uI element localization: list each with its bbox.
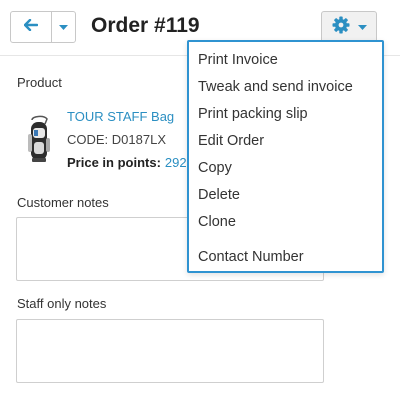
menu-item-tweak-send-invoice[interactable]: Tweak and send invoice: [198, 79, 353, 95]
product-name-link[interactable]: TOUR STAFF Bag: [67, 109, 174, 124]
product-section-label: Product: [17, 75, 62, 90]
back-button[interactable]: [11, 12, 52, 42]
points-label: Price in points:: [67, 155, 161, 170]
actions-menu-button[interactable]: [321, 11, 377, 43]
back-button-group: [10, 11, 76, 43]
page-title: Order #119: [91, 14, 200, 37]
product-image: [22, 114, 56, 164]
menu-item-edit-order[interactable]: Edit Order: [198, 133, 264, 149]
menu-item-print-packing-slip[interactable]: Print packing slip: [198, 106, 308, 122]
points-value: 292: [164, 155, 187, 170]
chevron-down-icon: [357, 18, 367, 36]
product-code: CODE: D0187LX: [67, 132, 166, 147]
arrow-left-icon: [23, 18, 39, 36]
product-points: Price in points: 292: [67, 155, 187, 170]
menu-item-contact-number[interactable]: Contact Number: [198, 249, 304, 265]
menu-item-copy[interactable]: Copy: [198, 160, 232, 176]
staff-notes-label: Staff only notes: [17, 296, 107, 311]
chevron-down-icon: [59, 18, 68, 36]
customer-notes-label: Customer notes: [17, 195, 109, 210]
staff-notes-input[interactable]: [16, 319, 324, 383]
gear-icon: [332, 16, 350, 39]
menu-item-clone[interactable]: Clone: [198, 214, 236, 230]
menu-item-print-invoice[interactable]: Print Invoice: [198, 52, 278, 68]
back-dropdown-toggle[interactable]: [52, 12, 75, 42]
actions-dropdown-menu: Print Invoice Tweak and send invoice Pri…: [187, 40, 384, 273]
menu-item-delete[interactable]: Delete: [198, 187, 240, 203]
